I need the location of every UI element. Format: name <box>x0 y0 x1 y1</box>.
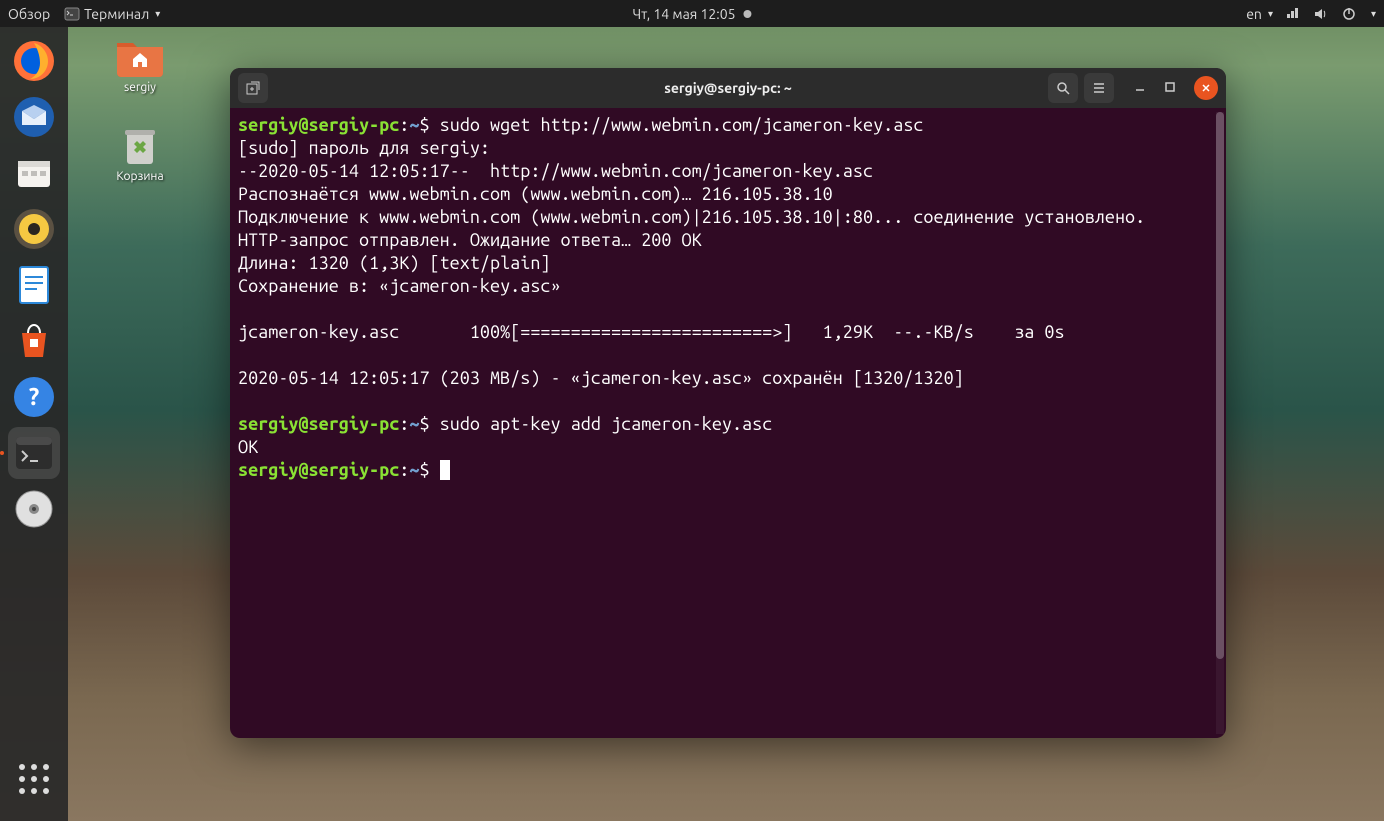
prompt-path: ~ <box>409 115 419 135</box>
svg-text:?: ? <box>29 383 40 410</box>
app-menu[interactable]: Терминал ▾ <box>64 6 160 22</box>
prompt-path: ~ <box>409 414 419 434</box>
chevron-down-icon: ▾ <box>155 8 160 20</box>
minimize-button[interactable] <box>1134 80 1146 96</box>
dock: ? <box>0 27 68 821</box>
files-icon <box>12 151 56 195</box>
prompt-user: sergiy@sergiy-pc <box>238 460 399 480</box>
help-icon: ? <box>12 375 56 419</box>
home-folder-icon <box>115 35 165 77</box>
terminal-app-icon <box>64 6 80 22</box>
firefox-icon <box>12 39 56 83</box>
search-button[interactable] <box>1048 73 1078 103</box>
prompt-sep: : <box>399 460 409 480</box>
dock-rhythmbox[interactable] <box>8 203 60 255</box>
notification-dot-icon <box>744 10 752 18</box>
search-icon <box>1055 80 1071 96</box>
terminal-command: sudo apt-key add jcameron-key.asc <box>440 414 773 434</box>
desktop-icon-label: Корзина <box>116 170 163 183</box>
desktop-icon-home[interactable]: sergiy <box>100 35 180 94</box>
new-tab-button[interactable] <box>238 73 268 103</box>
desktop-icon-trash[interactable]: Корзина <box>100 124 180 183</box>
activities-button[interactable]: Обзор <box>8 6 50 22</box>
volume-icon[interactable] <box>1313 6 1329 22</box>
dock-files[interactable] <box>8 147 60 199</box>
terminal-line: OK <box>238 437 258 457</box>
new-tab-icon <box>245 80 261 96</box>
prompt-dollar: $ <box>419 115 429 135</box>
prompt-sep: : <box>399 115 409 135</box>
speaker-icon <box>12 207 56 251</box>
dock-software-center[interactable] <box>8 315 60 367</box>
network-icon[interactable] <box>1285 6 1301 22</box>
terminal-scrollbar[interactable] <box>1216 112 1224 734</box>
dock-disc[interactable] <box>8 483 60 535</box>
shopping-bag-icon <box>12 319 56 363</box>
prompt-path: ~ <box>409 460 419 480</box>
terminal-line: Подключение к www.webmin.com (www.webmin… <box>238 207 1145 227</box>
dock-terminal[interactable] <box>8 427 60 479</box>
chevron-down-icon: ▾ <box>1268 8 1273 20</box>
clock[interactable]: Чт, 14 мая 12:05 <box>632 6 735 22</box>
terminal-line: jcameron-key.asc 100%[==================… <box>238 322 1065 342</box>
terminal-command: sudo wget http://www.webmin.com/jcameron… <box>440 115 924 135</box>
terminal-title: sergiy@sergiy-pc: ~ <box>664 80 792 96</box>
terminal-line: Сохранение в: «jcameron-key.asc» <box>238 276 561 296</box>
close-icon <box>1200 82 1212 94</box>
terminal-output[interactable]: sergiy@sergiy-pc:~$ sudo wget http://www… <box>230 108 1226 738</box>
chevron-down-icon: ▾ <box>1371 8 1376 20</box>
top-panel: Обзор Терминал ▾ Чт, 14 мая 12:05 en ▾ ▾ <box>0 0 1384 27</box>
thunderbird-icon <box>12 95 56 139</box>
dock-libreoffice-writer[interactable] <box>8 259 60 311</box>
desktop-icons-area: sergiy Корзина <box>100 35 180 213</box>
terminal-titlebar[interactable]: sergiy@sergiy-pc: ~ <box>230 68 1226 108</box>
terminal-window: sergiy@sergiy-pc: ~ sergiy@sergiy-pc:~$ … <box>230 68 1226 738</box>
terminal-icon <box>12 431 56 475</box>
prompt-user: sergiy@sergiy-pc <box>238 115 399 135</box>
terminal-line: --2020-05-14 12:05:17-- http://www.webmi… <box>238 161 873 181</box>
maximize-icon <box>1164 81 1176 93</box>
disc-icon <box>12 487 56 531</box>
menu-button[interactable] <box>1084 73 1114 103</box>
hamburger-icon <box>1091 80 1107 96</box>
terminal-line: 2020-05-14 12:05:17 (203 MB/s) - «jcamer… <box>238 368 964 388</box>
dock-show-apps[interactable] <box>8 753 60 805</box>
apps-grid-icon <box>16 761 52 797</box>
app-menu-label: Терминал <box>84 6 149 22</box>
terminal-line: Распознаётся www.webmin.com (www.webmin.… <box>238 184 833 204</box>
scrollbar-thumb[interactable] <box>1216 112 1224 659</box>
minimize-icon <box>1134 81 1146 93</box>
document-icon <box>12 263 56 307</box>
terminal-line: Длина: 1320 (1,3K) [text/plain] <box>238 253 550 273</box>
trash-icon <box>115 124 165 166</box>
terminal-line: HTTP-запрос отправлен. Ожидание ответа… … <box>238 230 702 250</box>
prompt-dollar: $ <box>419 414 429 434</box>
cursor-icon <box>440 460 450 480</box>
maximize-button[interactable] <box>1164 80 1176 96</box>
dock-help[interactable]: ? <box>8 371 60 423</box>
terminal-line: [sudo] пароль для sergiy: <box>238 138 500 158</box>
prompt-dollar: $ <box>419 460 429 480</box>
close-button[interactable] <box>1194 76 1218 100</box>
desktop-icon-label: sergiy <box>124 81 156 94</box>
input-source-indicator[interactable]: en ▾ <box>1246 6 1273 22</box>
power-icon[interactable] <box>1341 6 1357 22</box>
dock-firefox[interactable] <box>8 35 60 87</box>
prompt-sep: : <box>399 414 409 434</box>
input-source-label: en <box>1246 6 1262 22</box>
dock-thunderbird[interactable] <box>8 91 60 143</box>
prompt-user: sergiy@sergiy-pc <box>238 414 399 434</box>
